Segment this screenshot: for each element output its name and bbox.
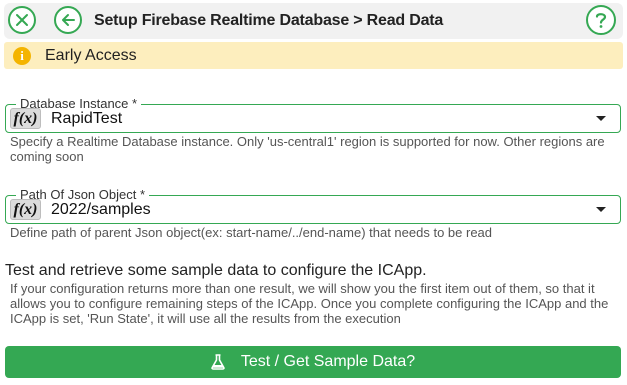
close-button[interactable] (8, 6, 36, 34)
fx-button[interactable]: f(x) (10, 108, 41, 129)
back-button[interactable] (54, 6, 82, 34)
question-icon (595, 13, 607, 28)
chevron-down-icon (596, 207, 606, 212)
close-icon (16, 14, 28, 26)
json-path-helper: Define path of parent Json object(ex: st… (10, 225, 493, 240)
test-section-title: Test and retrieve some sample data to co… (5, 262, 427, 279)
test-section-description: If your configuration returns more than … (10, 281, 609, 326)
page-title: Setup Firebase Realtime Database > Read … (94, 12, 444, 29)
test-sample-data-button[interactable]: Test / Get Sample Data? (5, 346, 621, 378)
chevron-down-icon (596, 116, 606, 121)
fx-button[interactable]: f(x) (10, 199, 41, 220)
arrow-left-icon (62, 14, 75, 26)
database-instance-select[interactable]: Database Instance * f(x) RapidTest (5, 96, 621, 133)
flask-icon (211, 354, 225, 370)
database-instance-value: RapidTest (51, 110, 123, 127)
info-icon: i (13, 47, 31, 65)
early-access-banner: i Early Access (4, 42, 623, 69)
header-bar: Setup Firebase Realtime Database > Read … (4, 3, 623, 39)
banner-text: Early Access (45, 47, 137, 64)
database-instance-helper: Specify a Realtime Database instance. On… (10, 134, 605, 164)
help-button[interactable] (586, 5, 616, 35)
test-button-label: Test / Get Sample Data? (240, 353, 416, 370)
json-path-select[interactable]: Path Of Json Object * f(x) 2022/samples (5, 187, 621, 224)
json-path-value: 2022/samples (51, 201, 151, 218)
